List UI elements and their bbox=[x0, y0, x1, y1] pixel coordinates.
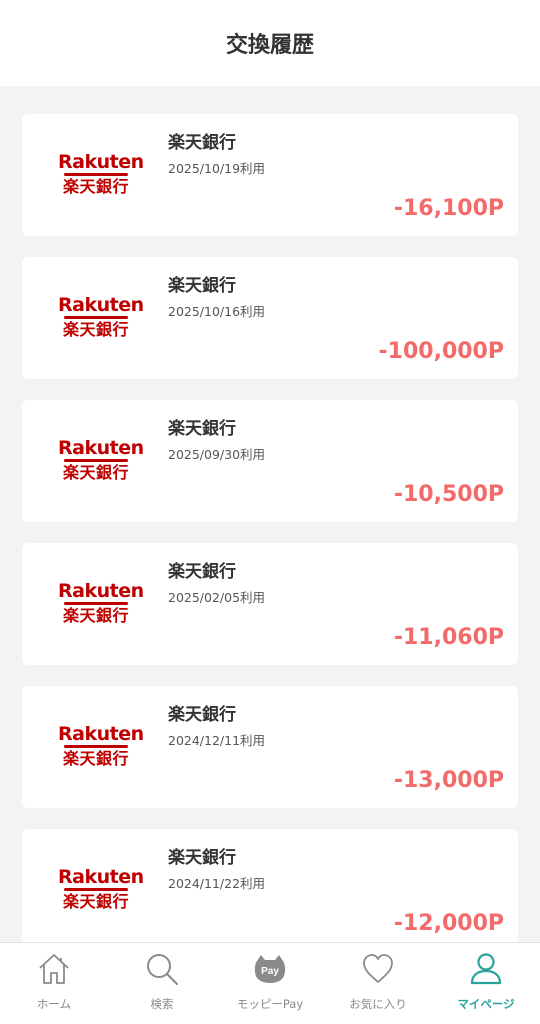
heart-icon bbox=[360, 951, 396, 991]
history-item-name: 楽天銀行 bbox=[168, 419, 236, 439]
history-item-name: 楽天銀行 bbox=[168, 848, 236, 868]
rakuten-bank-logo: Rakuten 楽天銀行 bbox=[58, 580, 144, 625]
history-item-date: 2025/10/16利用 bbox=[168, 304, 266, 319]
history-item-amount: -10,500P bbox=[393, 482, 504, 507]
history-item-name: 楽天銀行 bbox=[168, 276, 236, 296]
user-icon bbox=[468, 951, 504, 991]
history-item-name: 楽天銀行 bbox=[168, 705, 236, 725]
history-item[interactable]: Rakuten 楽天銀行 楽天銀行 2024/11/22利用 -12,000P bbox=[22, 829, 518, 942]
rakuten-bank-logo: Rakuten 楽天銀行 bbox=[58, 151, 144, 196]
page-title: 交換履歴 bbox=[225, 33, 314, 58]
bottom-tab-bar: ホーム 検索 Pay モッピーPay お気に入り マイページ bbox=[0, 942, 540, 1024]
history-item[interactable]: Rakuten 楽天銀行 楽天銀行 2025/10/16利用 -100,000P bbox=[22, 257, 518, 379]
tab-label: お気に入り bbox=[349, 997, 407, 1011]
history-item-date: 2025/10/19利用 bbox=[168, 161, 266, 176]
page-header: 交換履歴 bbox=[0, 0, 540, 86]
search-icon bbox=[144, 951, 180, 991]
history-item-date: 2024/11/22利用 bbox=[168, 876, 266, 891]
rakuten-bank-logo: Rakuten 楽天銀行 bbox=[58, 723, 144, 768]
history-item-date: 2025/02/05利用 bbox=[168, 590, 266, 605]
history-item-name: 楽天銀行 bbox=[168, 133, 236, 153]
tab-home[interactable]: ホーム bbox=[0, 943, 108, 1024]
history-item-amount: -11,060P bbox=[393, 625, 504, 650]
history-item-amount: -100,000P bbox=[378, 339, 504, 364]
history-item[interactable]: Rakuten 楽天銀行 楽天銀行 2025/02/05利用 -11,060P bbox=[22, 543, 518, 665]
tab-label: ホーム bbox=[36, 997, 72, 1011]
tab-mypage[interactable]: マイページ bbox=[432, 943, 540, 1024]
history-item-name: 楽天銀行 bbox=[168, 562, 236, 582]
history-item-amount: -13,000P bbox=[393, 768, 504, 793]
tab-moppy-pay[interactable]: Pay モッピーPay bbox=[216, 943, 324, 1024]
history-item[interactable]: Rakuten 楽天銀行 楽天銀行 2025/09/30利用 -10,500P bbox=[22, 400, 518, 522]
tab-label: 検索 bbox=[150, 997, 174, 1011]
svg-text:Pay: Pay bbox=[261, 966, 279, 977]
history-item-date: 2024/12/11利用 bbox=[168, 733, 266, 748]
rakuten-bank-logo: Rakuten 楽天銀行 bbox=[58, 866, 144, 911]
rakuten-bank-logo: Rakuten 楽天銀行 bbox=[58, 437, 144, 482]
home-icon bbox=[36, 951, 72, 991]
history-item[interactable]: Rakuten 楽天銀行 楽天銀行 2024/12/11利用 -13,000P bbox=[22, 686, 518, 808]
tab-label: モッピーPay bbox=[236, 997, 304, 1011]
tab-favorites[interactable]: お気に入り bbox=[324, 943, 432, 1024]
history-item-amount: -12,000P bbox=[393, 911, 504, 936]
pay-icon: Pay bbox=[252, 951, 288, 991]
history-item-date: 2025/09/30利用 bbox=[168, 447, 266, 462]
history-item[interactable]: Rakuten 楽天銀行 楽天銀行 2025/10/19利用 -16,100P bbox=[22, 114, 518, 236]
tab-search[interactable]: 検索 bbox=[108, 943, 216, 1024]
history-item-amount: -16,100P bbox=[393, 196, 504, 221]
tab-label: マイページ bbox=[457, 997, 515, 1011]
rakuten-bank-logo: Rakuten 楽天銀行 bbox=[58, 294, 144, 339]
exchange-history-list[interactable]: Rakuten 楽天銀行 楽天銀行 2025/10/19利用 -16,100P … bbox=[0, 86, 540, 942]
